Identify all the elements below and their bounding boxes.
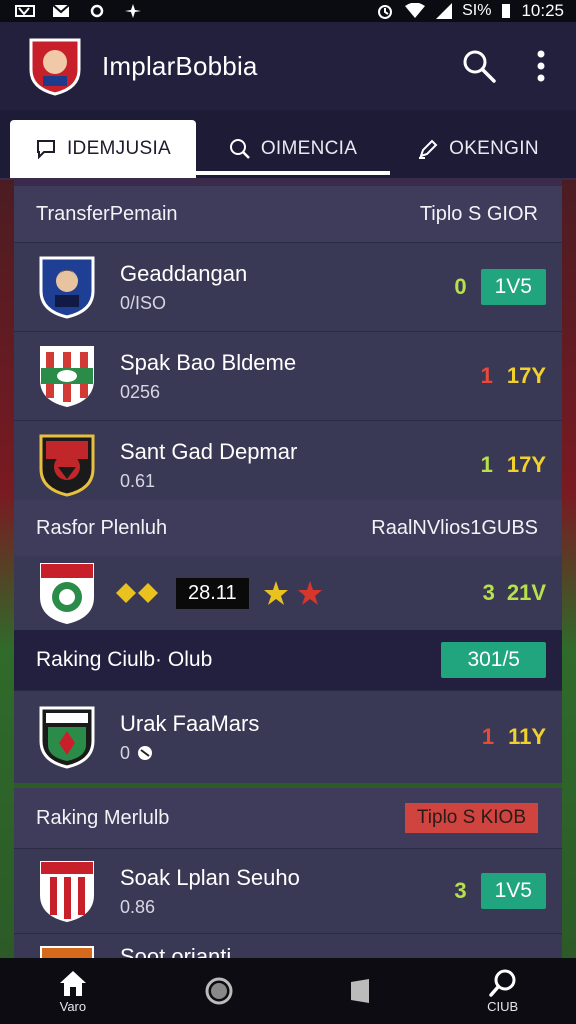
score: 1	[480, 452, 493, 477]
section-title: Raking Ciulb· Olub	[36, 648, 213, 671]
section-ranking-club: Raking Ciulb· Olub 301/5 Urak FaaMars 0 …	[14, 630, 562, 783]
value: 11Y	[508, 724, 546, 749]
club-sub: 0	[120, 743, 259, 764]
club-name: Sant Gad Depmar	[120, 438, 298, 464]
section-header: TransferPemain Tiplo S GIOR	[14, 186, 562, 242]
club-crest-avatar[interactable]	[28, 36, 82, 96]
diamond-badge-icon	[116, 583, 158, 603]
nav-square[interactable]	[349, 978, 371, 1004]
section-rasfor: Rasfor Plenluh RaalNVlios1GUBS 28.11 3 2…	[14, 500, 562, 630]
nav-home-label: Varo	[59, 998, 87, 1014]
club-sub-text: 0	[120, 742, 131, 763]
club-sub: 0.61	[120, 470, 156, 491]
section-ranking-merlulb: Raking Merlulb Tiplo S KIOB Soak Lplan S…	[14, 788, 562, 982]
stadium-backdrop-left	[0, 180, 14, 964]
circle-icon	[205, 977, 233, 1005]
nav-home[interactable]: Varo	[58, 969, 88, 1014]
club-sub: 0.86	[120, 896, 156, 917]
wifi-icon	[405, 3, 426, 18]
nav-search[interactable]: CIUB	[487, 969, 518, 1014]
club-crest	[39, 434, 95, 497]
notification-icon	[15, 5, 35, 17]
section-header: Raking Merlulb Tiplo S KIOB	[14, 788, 562, 848]
search-icon[interactable]	[462, 49, 496, 83]
section-title: Rasfor Plenluh	[36, 516, 168, 539]
player-crest	[39, 256, 95, 319]
star-gold-icon	[263, 581, 288, 605]
status-bar: SI% 10:25	[0, 0, 576, 22]
score: 1	[481, 724, 495, 749]
club-name: Soak Lplan Seuho	[120, 864, 300, 890]
nav-search-label: CIUB	[487, 998, 519, 1014]
signal-icon	[436, 3, 453, 19]
value: 17Y	[506, 363, 546, 388]
section-title: Raking Merlulb	[36, 806, 170, 829]
list-item[interactable]: Sant Gad Depmar 0.61 1 17Y	[14, 420, 562, 509]
battery-percent: SI%	[462, 2, 492, 19]
tab-indicator	[196, 171, 390, 175]
bottom-nav: Varo CIUB	[0, 958, 576, 1024]
score: 3	[454, 878, 467, 903]
tab-bar: IDEMJUSIA OIMENCIA OKENGIN	[0, 110, 576, 178]
club-crest	[40, 861, 94, 923]
value-badge: 1V5	[480, 269, 546, 305]
list-item[interactable]: Soak Lplan Seuho 0.86 3 1V5	[14, 848, 562, 933]
section-header: Rasfor Plenluh RaalNVlios1GUBS	[14, 500, 562, 556]
value: 21V	[506, 580, 546, 605]
club-name: Urak FaaMars	[120, 710, 260, 736]
featured-item[interactable]: 28.11 3 21V	[14, 556, 562, 630]
square-icon	[351, 979, 370, 1003]
tab-3-label: OKENGIN	[449, 138, 539, 159]
section-meta: Tiplo S GIOR	[419, 202, 538, 225]
clock: 10:25	[521, 1, 564, 20]
club-crest	[40, 563, 94, 625]
score: 1	[480, 363, 493, 388]
nav-circle[interactable]	[204, 976, 234, 1006]
ranking-badge: Tiplo S KIOB	[404, 803, 538, 833]
home-icon	[59, 970, 86, 996]
stadium-backdrop-right	[562, 180, 576, 964]
tab-2-label: OIMENCIA	[260, 138, 358, 159]
player-sub: 0/ISO	[120, 292, 167, 313]
cast-icon	[90, 4, 104, 18]
list-item[interactable]: Urak FaaMars 0 1 11Y	[14, 690, 562, 783]
value: 17Y	[506, 452, 546, 477]
app-title: ImplarBobbia	[102, 50, 258, 81]
club-sub: 0256	[120, 381, 161, 402]
section-meta: RaalNVlios1GUBS	[371, 516, 538, 539]
value-badge: 1V5	[480, 873, 546, 909]
score: 3	[482, 580, 495, 605]
search-icon	[488, 969, 516, 997]
rating-box: 28.11	[176, 577, 249, 609]
tab-3[interactable]: OKENGIN	[390, 120, 566, 178]
battery-icon	[502, 4, 511, 18]
section-title: TransferPemain	[36, 202, 178, 225]
list-item[interactable]: Geaddangan 0/ISO 0 1V5	[14, 242, 562, 331]
section-transfer: TransferPemain Tiplo S GIOR Geaddangan 0…	[14, 186, 562, 509]
tab-1-label: IDEMJUSIA	[66, 138, 172, 159]
club-name: Spak Bao Bldeme	[120, 349, 297, 375]
tab-1[interactable]: IDEMJUSIA	[10, 120, 196, 178]
player-name: Geaddangan	[120, 260, 248, 286]
more-options-icon[interactable]	[536, 50, 546, 82]
club-crest	[39, 706, 95, 769]
edit-icon	[419, 139, 438, 159]
star-red-icon	[297, 581, 322, 605]
section-header: Raking Ciulb· Olub 301/5	[14, 630, 562, 690]
sparkle-icon	[125, 4, 141, 18]
ball-icon	[138, 746, 153, 760]
club-crest	[40, 346, 94, 408]
score: 0	[454, 274, 467, 299]
mail-icon	[52, 4, 70, 17]
chat-icon	[36, 140, 55, 160]
search-icon	[229, 139, 250, 159]
list-item[interactable]: Spak Bao Bldeme 0256 1 17Y	[14, 331, 562, 420]
alarm-icon	[378, 5, 393, 19]
app-bar: ImplarBobbia	[0, 22, 576, 110]
ranking-badge: 301/5	[441, 642, 546, 678]
tab-2[interactable]: OIMENCIA	[196, 120, 390, 178]
